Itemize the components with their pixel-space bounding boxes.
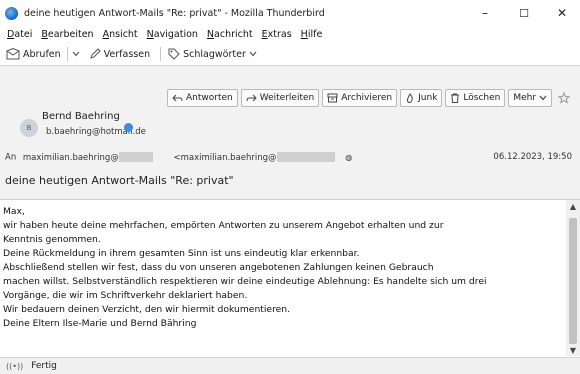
message-action-bar: Antworten Weiterleiten Archivieren Junk bbox=[164, 89, 571, 107]
window-title: deine heutigen Antwort-Mails "Re: privat… bbox=[24, 7, 325, 19]
more-button[interactable]: Mehr bbox=[508, 89, 553, 107]
archive-icon bbox=[327, 93, 338, 103]
add-contact-icon[interactable] bbox=[124, 123, 133, 132]
main-toolbar: Abrufen Verfassen Schlagwörter bbox=[0, 43, 580, 66]
junk-flame-icon bbox=[407, 93, 413, 103]
scrollbar-thumb[interactable] bbox=[569, 218, 577, 344]
close-button[interactable]: ✕ bbox=[543, 0, 580, 26]
to-label: An bbox=[5, 152, 17, 163]
recipient-name[interactable]: maximilian.baehring@ bbox=[23, 153, 119, 163]
tags-button[interactable]: Schlagwörter bbox=[168, 48, 257, 60]
thunderbird-app-icon bbox=[5, 6, 18, 20]
body-line: Max, bbox=[3, 206, 25, 217]
message-date: 06.12.2023, 19:50 bbox=[493, 152, 572, 162]
chevron-down-icon bbox=[249, 51, 257, 57]
archive-button[interactable]: Archivieren bbox=[322, 89, 398, 107]
body-line: Abschließend stellen wir fest, dass du v… bbox=[3, 262, 434, 273]
recipient-address[interactable]: <maximilian.baehring@ bbox=[174, 153, 277, 163]
menu-nachricht[interactable]: Nachricht bbox=[207, 29, 253, 40]
recipient-line: An maximilian.baehring@ <maximilian.baeh… bbox=[5, 152, 352, 163]
maximize-button[interactable]: ☐ bbox=[505, 0, 543, 26]
pencil-icon bbox=[89, 48, 101, 59]
status-bar: ((•)) Fertig bbox=[0, 357, 580, 374]
message-body[interactable]: Max, wir haben heute deine mehrfachen, e… bbox=[0, 200, 566, 356]
chevron-down-icon bbox=[72, 51, 80, 57]
body-line: machen willst. Selbstverständlich respek… bbox=[3, 276, 487, 287]
sender-avatar: B bbox=[20, 119, 38, 137]
menu-datei[interactable]: Datei bbox=[7, 29, 32, 40]
contact-status-icon: ◍ bbox=[345, 152, 353, 162]
menu-ansicht[interactable]: Ansicht bbox=[103, 29, 138, 40]
get-mail-dropdown[interactable] bbox=[72, 51, 80, 57]
menu-navigation[interactable]: Navigation bbox=[147, 29, 198, 40]
forward-icon bbox=[246, 94, 257, 101]
get-mail-icon bbox=[6, 48, 20, 60]
menu-bar: Datei Bearbeiten Ansicht Navigation Nach… bbox=[0, 26, 580, 42]
star-icon[interactable] bbox=[558, 92, 571, 104]
junk-button[interactable]: Junk bbox=[400, 89, 443, 107]
reply-button[interactable]: Antworten bbox=[167, 89, 238, 107]
message-subject: deine heutigen Antwort-Mails "Re: privat… bbox=[5, 174, 234, 187]
body-line: Deine Eltern Ilse-Marie und Bernd Bährin… bbox=[3, 318, 197, 329]
toolbar-separator bbox=[160, 47, 162, 61]
chevron-down-icon bbox=[539, 95, 547, 101]
body-line: wir haben heute deine mehrfachen, empört… bbox=[3, 220, 444, 231]
redacted-block bbox=[276, 152, 335, 162]
activity-icon: ((•)) bbox=[6, 361, 24, 371]
delete-button[interactable]: Löschen bbox=[445, 89, 506, 107]
scroll-down-arrow-icon[interactable]: ▼ bbox=[566, 344, 580, 356]
menu-hilfe[interactable]: Hilfe bbox=[301, 29, 323, 40]
body-line: Kenntnis genommen. bbox=[3, 234, 101, 245]
minimize-button[interactable]: – bbox=[466, 0, 504, 26]
tag-icon bbox=[168, 48, 180, 60]
toolbar-separator bbox=[66, 47, 68, 61]
body-line: Wir bedauern deinen Verzicht, den wir hi… bbox=[3, 304, 291, 315]
trash-icon bbox=[451, 93, 460, 103]
menu-extras[interactable]: Extras bbox=[262, 29, 292, 40]
sender-name[interactable]: Bernd Baehring bbox=[42, 111, 120, 122]
body-line: Vorgänge, die wir im Schriftverkehr dekl… bbox=[3, 290, 248, 301]
scroll-up-arrow-icon[interactable]: ▲ bbox=[566, 200, 580, 212]
get-mail-button[interactable]: Abrufen bbox=[6, 48, 61, 60]
reply-icon bbox=[172, 94, 183, 101]
body-scrollbar[interactable]: ▲ ▼ bbox=[566, 200, 580, 356]
menu-bearbeiten[interactable]: Bearbeiten bbox=[41, 29, 93, 40]
body-line: Deine Rückmeldung in ihrem gesamten Sinn… bbox=[3, 248, 360, 259]
status-text: Fertig bbox=[31, 361, 57, 371]
forward-button[interactable]: Weiterleiten bbox=[240, 89, 320, 107]
compose-button[interactable]: Verfassen bbox=[89, 48, 150, 60]
redacted-block bbox=[118, 152, 153, 162]
